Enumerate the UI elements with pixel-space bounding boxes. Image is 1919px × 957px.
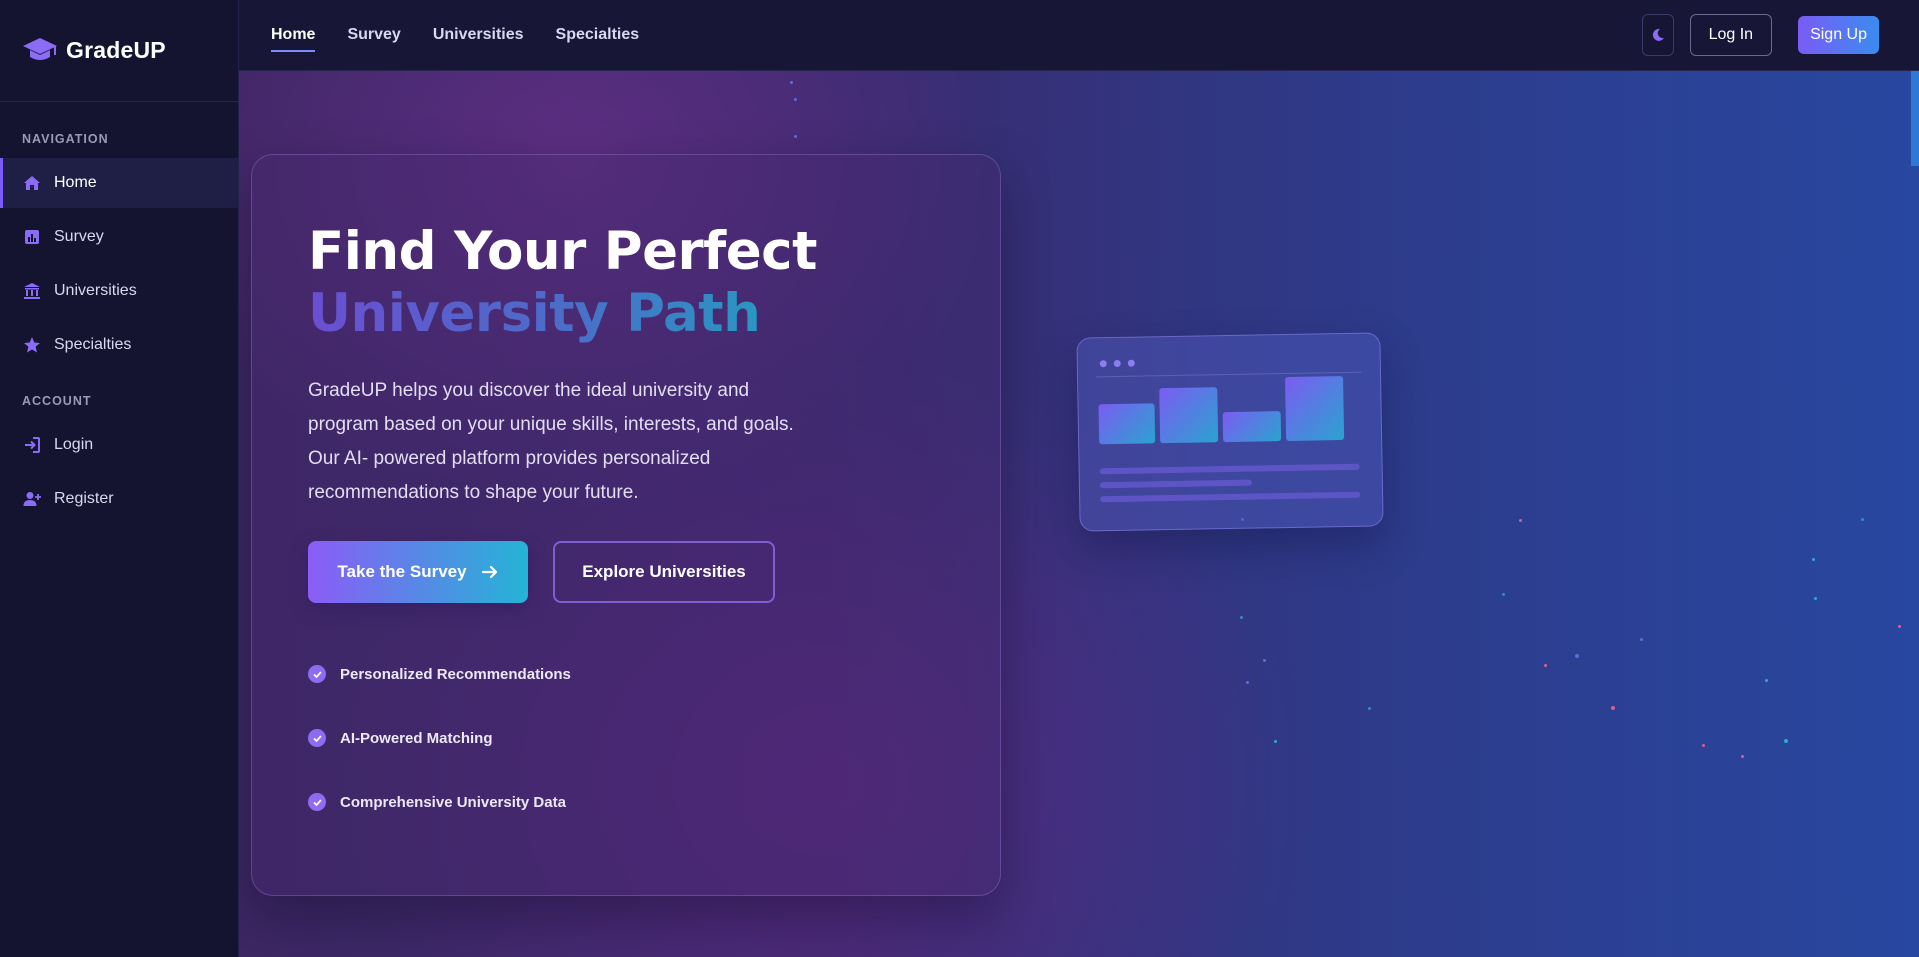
topnav-survey[interactable]: Survey	[347, 26, 400, 44]
theme-toggle-button[interactable]	[1641, 14, 1674, 56]
scrollbar[interactable]	[1911, 71, 1919, 166]
particle	[1814, 597, 1817, 600]
hero-title: Find Your Perfect University Path	[308, 221, 817, 345]
account-section: ACCOUNT Login Register	[0, 374, 238, 524]
sidebar-item-label: Home	[54, 174, 97, 191]
university-icon	[22, 281, 42, 301]
particle	[1765, 679, 1768, 682]
particle	[1702, 744, 1705, 747]
illustration-line	[1099, 463, 1360, 475]
sidebar-item-label: Login	[54, 436, 94, 453]
top-navbar: Home Survey Universities Specialties Log…	[239, 0, 1919, 71]
sidebar-item-label: Specialties	[54, 336, 132, 353]
feature-label: AI-Powered Matching	[340, 729, 493, 747]
particle	[790, 81, 793, 84]
star-icon	[22, 335, 42, 355]
topnav-universities[interactable]: Universities	[433, 26, 524, 44]
moon-icon	[1652, 28, 1664, 41]
particle	[1240, 616, 1243, 619]
dashboard-illustration	[1076, 332, 1384, 532]
illustration-bar	[1222, 411, 1282, 443]
particle	[1274, 740, 1277, 743]
particle	[1368, 707, 1371, 710]
illustration-bar	[1285, 376, 1345, 442]
illustration-line	[1100, 491, 1361, 503]
particle	[1502, 593, 1505, 596]
particle	[1741, 755, 1744, 758]
signup-button[interactable]: Sign Up	[1798, 16, 1879, 54]
particle	[1784, 739, 1788, 743]
arrow-right-icon	[481, 565, 497, 579]
particle	[1898, 625, 1901, 628]
particle	[1246, 681, 1249, 684]
chart-icon	[22, 227, 42, 247]
hero-title-line2: University Path	[308, 283, 817, 345]
login-button[interactable]: Log In	[1689, 14, 1773, 56]
hero-description: GradeUP helps you discover the ideal uni…	[308, 380, 794, 503]
particle	[1861, 518, 1864, 521]
illustration-line	[1099, 479, 1252, 489]
feature-label: Personalized Recommendations	[340, 665, 571, 683]
sidebar-item-universities[interactable]: Universities	[0, 266, 238, 316]
sidebar-item-label: Survey	[54, 228, 104, 245]
feature-item: AI-Powered Matching	[308, 729, 493, 747]
hero-card: Find Your Perfect University Path GradeU…	[251, 154, 1001, 896]
particle	[1519, 519, 1522, 522]
topnav-home[interactable]: Home	[271, 26, 316, 52]
particle	[794, 135, 797, 138]
navigation-label: NAVIGATION	[22, 132, 109, 146]
feature-label: Comprehensive University Data	[340, 793, 566, 811]
brand-name: GradeUP	[66, 37, 166, 63]
top-nav: Home Survey Universities Specialties	[271, 26, 671, 52]
take-survey-label: Take the Survey	[337, 562, 467, 581]
sidebar-item-label: Register	[54, 490, 114, 507]
sidebar-item-survey[interactable]: Survey	[0, 212, 238, 262]
home-icon	[22, 173, 42, 193]
illustration-bar	[1098, 403, 1156, 445]
sidebar-item-label: Universities	[54, 282, 137, 299]
account-label: ACCOUNT	[22, 394, 92, 408]
check-icon	[308, 665, 326, 683]
login-icon	[22, 435, 42, 455]
particle	[1640, 638, 1643, 641]
sidebar-item-register[interactable]: Register	[0, 474, 238, 524]
window-dots	[1099, 359, 1142, 368]
particle	[1263, 659, 1266, 662]
particle	[1544, 664, 1547, 667]
check-icon	[308, 793, 326, 811]
graduation-cap-icon	[23, 37, 57, 60]
hero-title-line1: Find Your Perfect	[308, 221, 817, 282]
take-survey-button[interactable]: Take the Survey	[308, 541, 528, 603]
top-actions: Log In Sign Up	[1641, 14, 1879, 56]
particle	[794, 98, 797, 101]
feature-item: Comprehensive University Data	[308, 793, 566, 811]
sidebar-item-login[interactable]: Login	[0, 420, 238, 470]
sidebar-item-specialties[interactable]: Specialties	[0, 320, 238, 370]
main-content: Find Your Perfect University Path GradeU…	[239, 71, 1919, 957]
navigation-section: NAVIGATION Home Survey Universities Spec…	[0, 102, 238, 370]
particle	[1812, 558, 1815, 561]
topnav-specialties[interactable]: Specialties	[556, 26, 640, 44]
sidebar: GradeUP NAVIGATION Home Survey Universit…	[0, 0, 239, 957]
illustration-bar	[1159, 387, 1219, 444]
particle	[1575, 654, 1579, 658]
user-plus-icon	[22, 489, 42, 509]
brand-logo[interactable]: GradeUP	[0, 0, 238, 102]
particle	[1611, 706, 1615, 710]
explore-universities-button[interactable]: Explore Universities	[553, 541, 775, 603]
feature-item: Personalized Recommendations	[308, 665, 571, 683]
check-icon	[308, 729, 326, 747]
sidebar-item-home[interactable]: Home	[0, 158, 238, 208]
